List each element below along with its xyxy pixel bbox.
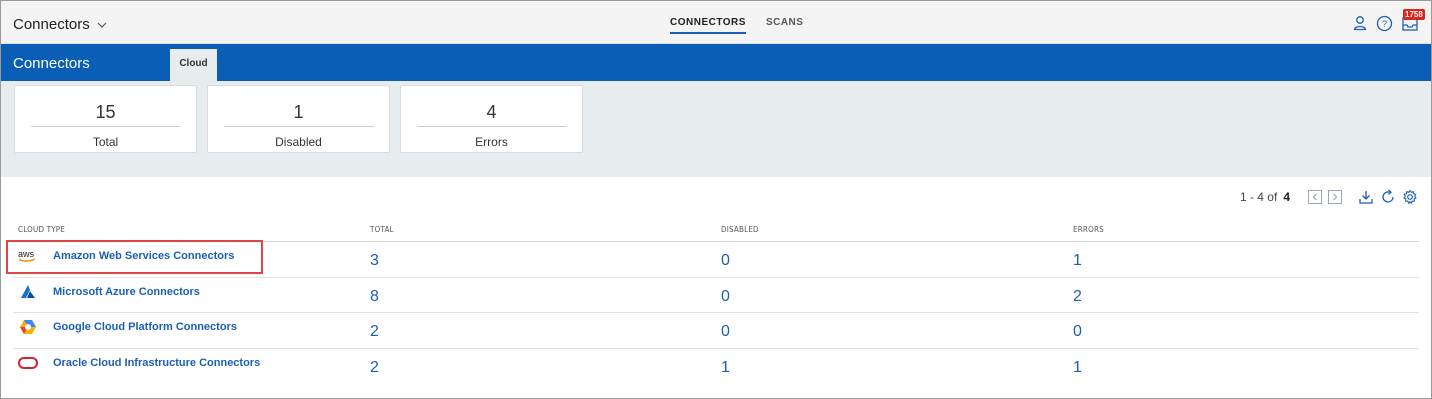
download-icon[interactable] — [1358, 189, 1374, 205]
oracle-icon — [17, 355, 39, 371]
cloud-type-cell: Microsoft Azure Connectors — [17, 284, 200, 300]
tab-scans[interactable]: SCANS — [766, 17, 804, 34]
page-total: 4 — [1283, 190, 1290, 204]
stat-label: Total — [92, 135, 119, 149]
azure-icon — [17, 284, 39, 300]
column-header-disabled[interactable]: DISABLED — [721, 225, 759, 234]
refresh-icon[interactable] — [1380, 189, 1396, 205]
cloud-type-cell: Google Cloud Platform Connectors — [17, 319, 237, 335]
cloud-type-link[interactable]: Google Cloud Platform Connectors — [53, 321, 237, 333]
column-header-cloud-type[interactable]: CLOUD TYPE — [18, 225, 65, 234]
chevron-left-icon — [1312, 193, 1317, 201]
stat-card-disabled: 1 Disabled — [207, 85, 390, 153]
table-row: Microsoft Azure Connectors 8 0 2 — [13, 278, 1419, 313]
total-count[interactable]: 2 — [370, 359, 379, 377]
total-count[interactable]: 3 — [370, 252, 379, 270]
disabled-count[interactable]: 0 — [721, 323, 730, 341]
cloud-type-link[interactable]: Microsoft Azure Connectors — [53, 286, 200, 298]
stats-panel: 15 Total 1 Disabled 4 Errors — [1, 81, 1431, 177]
help-icon[interactable]: ? — [1376, 15, 1393, 32]
total-count[interactable]: 8 — [370, 288, 379, 306]
chevron-right-icon — [1333, 193, 1338, 201]
total-count[interactable]: 2 — [370, 323, 379, 341]
svg-text:?: ? — [1382, 19, 1387, 29]
divider — [30, 126, 181, 127]
page-range: 1 - 4 of — [1239, 190, 1278, 204]
column-header-errors[interactable]: ERRORS — [1073, 225, 1104, 234]
section-title: Connectors — [13, 55, 90, 72]
errors-count[interactable]: 2 — [1073, 288, 1082, 306]
stat-card-total: 15 Total — [14, 85, 197, 153]
stat-value: 1 — [293, 102, 304, 122]
user-icon[interactable] — [1352, 15, 1368, 31]
nav-tabs: CONNECTORS SCANS — [670, 17, 803, 34]
column-header-total[interactable]: TOTAL — [370, 225, 394, 234]
disabled-count[interactable]: 0 — [721, 252, 730, 270]
divider — [223, 126, 374, 127]
pagination: 1 - 4 of 4 — [1240, 189, 1418, 205]
cloud-type-link[interactable]: Oracle Cloud Infrastructure Connectors — [53, 357, 260, 369]
app-title: Connectors — [13, 16, 90, 33]
gcp-icon — [17, 319, 39, 335]
errors-count[interactable]: 1 — [1073, 359, 1082, 377]
next-page-button[interactable] — [1328, 190, 1342, 204]
section-header: Connectors Cloud — [1, 44, 1431, 81]
tab-cloud[interactable]: Cloud — [170, 49, 217, 81]
settings-gear-icon[interactable] — [1402, 189, 1418, 205]
disabled-count[interactable]: 1 — [721, 359, 730, 377]
table-row: Google Cloud Platform Connectors 2 0 0 — [13, 313, 1419, 349]
notification-badge: 1758 — [1403, 9, 1425, 20]
divider — [416, 126, 567, 127]
table-row: Oracle Cloud Infrastructure Connectors 2… — [13, 349, 1419, 385]
top-bar: Connectors CONNECTORS SCANS ? 1758 — [1, 1, 1431, 44]
disabled-count[interactable]: 0 — [721, 288, 730, 306]
highlight-box — [6, 240, 263, 274]
tab-connectors[interactable]: CONNECTORS — [670, 17, 746, 34]
stat-card-errors: 4 Errors — [400, 85, 583, 153]
stat-label: Disabled — [275, 135, 322, 149]
cloud-type-cell: Oracle Cloud Infrastructure Connectors — [17, 355, 260, 371]
errors-count[interactable]: 1 — [1073, 252, 1082, 270]
stat-label: Errors — [475, 135, 508, 149]
top-icons: ? 1758 — [1352, 9, 1425, 32]
chevron-down-icon — [97, 22, 107, 28]
errors-count[interactable]: 0 — [1073, 323, 1082, 341]
stat-value: 4 — [486, 102, 497, 122]
prev-page-button[interactable] — [1308, 190, 1322, 204]
notifications-button[interactable]: 1758 — [1401, 9, 1425, 32]
stat-value: 15 — [95, 102, 116, 122]
table-header: CLOUD TYPE TOTAL DISABLED ERRORS — [13, 221, 1419, 242]
app-switcher[interactable]: Connectors — [13, 16, 108, 33]
